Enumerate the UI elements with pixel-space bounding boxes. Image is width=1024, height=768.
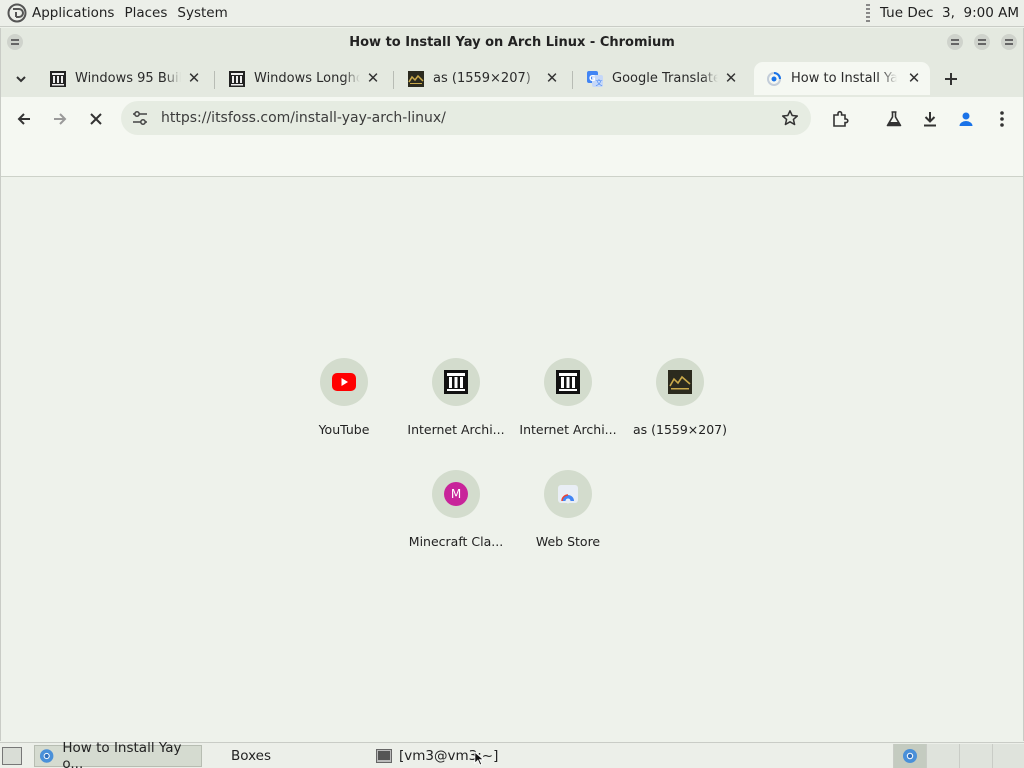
- shortcut-label: Internet Archi...: [519, 422, 617, 437]
- site-info-icon[interactable]: [131, 109, 149, 127]
- profile-avatar-icon: [959, 112, 973, 126]
- browser-toolbar: https://itsfoss.com/install-yay-arch-lin…: [1, 97, 1023, 139]
- shortcut-web-store[interactable]: Web Store: [512, 465, 624, 565]
- forward-button[interactable]: [47, 106, 73, 132]
- clock[interactable]: Tue Dec 3, 9:00 AM: [880, 5, 1019, 21]
- taskbar-item-boxes[interactable]: Boxes: [206, 745, 366, 767]
- taskbar-label: Boxes: [231, 748, 272, 764]
- chromium-icon: [39, 749, 54, 763]
- shortcut-internet-archive-1[interactable]: Internet Archi...: [400, 353, 512, 453]
- close-window-button[interactable]: [1001, 34, 1017, 50]
- panel-grip: [865, 4, 870, 22]
- window-title: How to Install Yay on Arch Linux - Chrom…: [349, 35, 675, 50]
- kebab-menu-icon: [1000, 111, 1004, 127]
- internet-archive-icon: [229, 70, 245, 87]
- chromium-icon: [903, 749, 917, 763]
- chevron-down-icon: [16, 76, 26, 83]
- workspace-2[interactable]: [926, 744, 959, 768]
- shortcut-label: YouTube: [318, 422, 370, 437]
- tab-label: Google Translate: [612, 71, 718, 86]
- boxes-icon: [210, 748, 226, 764]
- workspace-4[interactable]: [992, 744, 1024, 768]
- shortcut-label: as (1559×207): [632, 422, 728, 437]
- tab-strip: Windows 95 Build ✕ Windows Longhorn ✕ as…: [1, 57, 1023, 97]
- shortcut-internet-archive-2[interactable]: Internet Archi...: [512, 353, 624, 453]
- new-tab-button[interactable]: [939, 67, 963, 91]
- taskbar-item-terminal[interactable]: [vm3@vm3:~]: [372, 745, 532, 767]
- tab-windows-longhorn[interactable]: Windows Longhorn ✕: [217, 62, 389, 95]
- shortcut-label: Internet Archi...: [407, 422, 505, 437]
- image-thumbnail-icon: [408, 70, 424, 87]
- downloads-button[interactable]: [917, 106, 943, 132]
- flask-icon: [886, 111, 902, 127]
- extensions-button[interactable]: [827, 106, 853, 132]
- mouse-cursor-icon: [474, 751, 485, 766]
- internet-archive-icon: [50, 70, 66, 87]
- bottom-panel: How to Install Yay o... Boxes [vm3@vm3:~…: [0, 740, 1024, 768]
- window-titlebar[interactable]: How to Install Yay on Arch Linux - Chrom…: [1, 28, 1023, 57]
- profile-button[interactable]: [953, 106, 979, 132]
- close-tab-icon[interactable]: ✕: [186, 70, 202, 86]
- bookmarks-bar: [1, 139, 1023, 177]
- letter-m-icon: M: [444, 482, 468, 506]
- show-desktop-icon[interactable]: [2, 747, 22, 765]
- workspace-1[interactable]: [893, 744, 926, 768]
- url-text[interactable]: https://itsfoss.com/install-yay-arch-lin…: [161, 110, 446, 126]
- applications-menu[interactable]: Applications: [32, 5, 114, 21]
- shortcut-label: Web Store: [535, 534, 601, 549]
- close-tab-icon[interactable]: ✕: [365, 70, 381, 86]
- tab-windows-95-build[interactable]: Windows 95 Build ✕: [38, 62, 210, 95]
- browser-window: How to Install Yay on Arch Linux - Chrom…: [0, 28, 1024, 741]
- shortcut-minecraft-classic[interactable]: M Minecraft Cla...: [400, 465, 512, 565]
- tab-label: Windows 95 Build: [75, 71, 181, 86]
- tab-label: How to Install Yay: [791, 71, 897, 86]
- address-bar[interactable]: https://itsfoss.com/install-yay-arch-lin…: [121, 101, 811, 135]
- web-store-icon: [558, 485, 578, 504]
- stop-x-icon: [90, 113, 102, 125]
- shortcut-youtube[interactable]: YouTube: [288, 353, 400, 453]
- bookmark-star-icon[interactable]: [781, 109, 799, 127]
- tab-label: as (1559×207): [433, 71, 531, 86]
- tab-label: Windows Longhorn: [254, 71, 360, 86]
- internet-archive-icon: [444, 370, 468, 394]
- maximize-button[interactable]: [974, 34, 990, 50]
- taskbar-item-chromium[interactable]: How to Install Yay o...: [34, 740, 202, 768]
- window-menu-button[interactable]: [7, 34, 23, 50]
- close-tab-icon[interactable]: ✕: [723, 70, 739, 86]
- labs-button[interactable]: [881, 106, 907, 132]
- stop-loading-button[interactable]: [83, 106, 109, 132]
- taskbar-label: How to Install Yay o...: [62, 740, 182, 768]
- back-arrow-icon: [17, 113, 30, 125]
- download-icon: [924, 112, 936, 127]
- minimize-button[interactable]: [947, 34, 963, 50]
- new-tab-page: YouTube Internet Archi... Internet Archi…: [1, 177, 1023, 741]
- plus-icon: [945, 73, 957, 85]
- image-thumbnail-icon: [668, 370, 692, 394]
- places-menu[interactable]: Places: [124, 5, 167, 21]
- shortcut-label: Minecraft Cla...: [408, 534, 504, 549]
- internet-archive-icon: [556, 370, 580, 394]
- close-tab-icon[interactable]: ✕: [906, 70, 922, 86]
- chrome-menu-button[interactable]: [989, 106, 1015, 132]
- top-panel: Applications Places System Tue Dec 3, 9:…: [0, 0, 1024, 27]
- puzzle-icon: [833, 110, 849, 127]
- google-translate-icon: G文: [587, 70, 603, 87]
- loading-spinner-icon: [766, 71, 782, 87]
- terminal-icon: [376, 749, 392, 763]
- workspace-3[interactable]: [959, 744, 992, 768]
- forward-arrow-icon: [54, 113, 67, 125]
- distro-logo-icon[interactable]: [7, 3, 27, 23]
- tab-google-translate[interactable]: G文 Google Translate ✕: [575, 62, 747, 95]
- tab-search-button[interactable]: [9, 67, 33, 91]
- close-tab-icon[interactable]: ✕: [544, 70, 560, 86]
- youtube-icon: [332, 373, 356, 391]
- svg-text:文: 文: [596, 78, 603, 87]
- tab-how-to-install-yay[interactable]: How to Install Yay ✕: [754, 62, 930, 95]
- tab-as-image[interactable]: as (1559×207) ✕: [396, 62, 568, 95]
- back-button[interactable]: [11, 106, 37, 132]
- shortcut-as-image[interactable]: as (1559×207): [624, 353, 736, 453]
- system-menu[interactable]: System: [177, 5, 227, 21]
